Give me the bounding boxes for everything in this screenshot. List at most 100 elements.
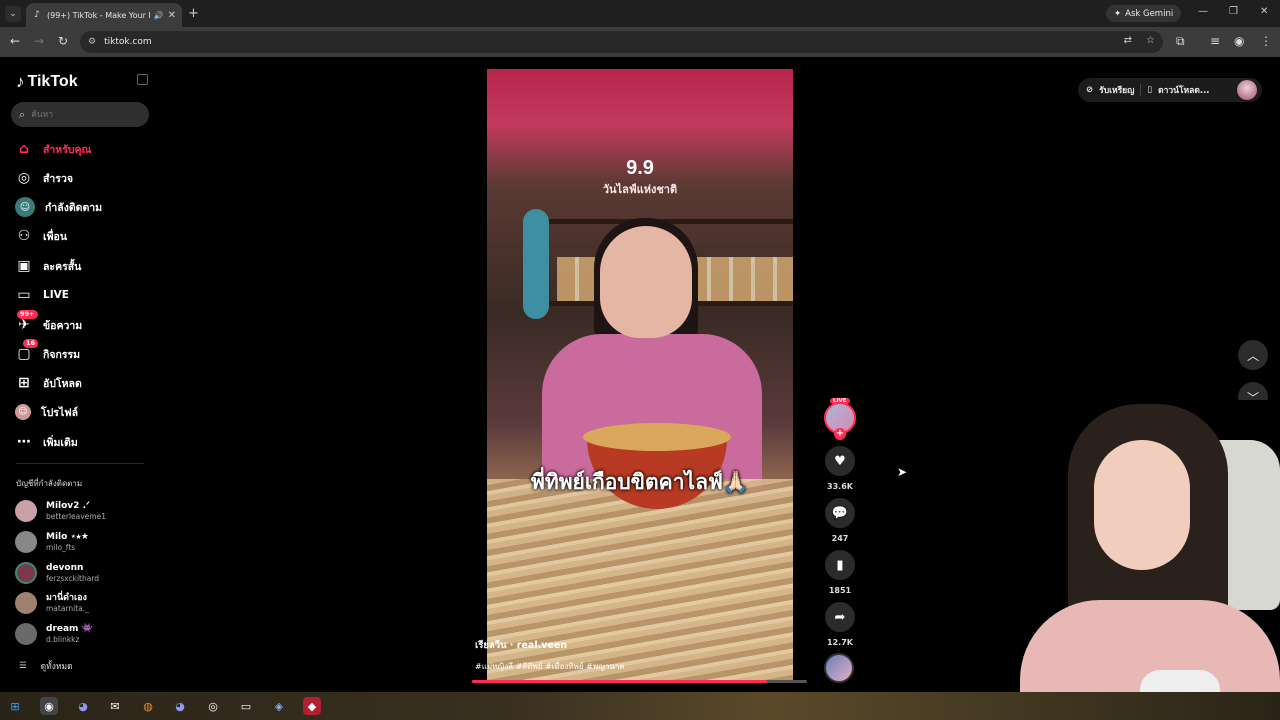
nav-explore[interactable]: ◎ สำรวจ [15,167,73,189]
close-tab-icon[interactable]: ✕ [168,10,176,21]
firefox-icon[interactable]: ◍ [139,697,157,715]
get-coins-button[interactable]: รับเหรียญ [1099,83,1134,97]
nav-friends[interactable]: ⚇ เพื่อน [15,225,67,247]
divider [1140,84,1142,96]
share-count: 12.7K [827,638,853,647]
nav-profile[interactable]: ☺ โปรไฟล์ [15,401,78,423]
chrome-icon[interactable]: ◉ [40,697,58,715]
account-handle: milo_fts [46,542,76,552]
user-avatar[interactable] [1237,80,1257,100]
bookmark-star-icon[interactable]: ☆ [1146,35,1155,46]
nav-upload[interactable]: ⊞ อัปโหลด [15,372,82,394]
account-name: devonn [46,562,84,573]
nav-label: เพื่อน [43,230,67,243]
minimize-icon[interactable]: — [1198,6,1208,17]
nav-following[interactable]: ☺ กำลังติดตาม [15,196,102,218]
tab-title: (99+) TikTok - Make Your Day [47,10,150,20]
music-disc-avatar[interactable] [824,653,854,683]
following-account[interactable]: Milo ⋆⭒★ milo_fts [15,529,89,555]
save-button[interactable]: ▮ [825,550,855,580]
nav-label: โปรไฟล์ [41,406,79,419]
following-account[interactable]: devonn ferzsxckithard [15,560,99,586]
profile-menu-icon[interactable]: ◉ [1234,34,1244,48]
avatar [15,531,37,553]
site-info-icon[interactable]: ⚙ [88,37,96,47]
nav-label: เพิ่มเติม [43,436,78,449]
see-all-link[interactable]: ☰ ดูทั้งหมด [19,659,73,673]
video-progress-fill [472,680,767,683]
account-name: dream 👾 [46,623,93,634]
close-window-icon[interactable]: ✕ [1260,6,1268,17]
nav-label: ละครสั้น [43,260,82,273]
nav-activity[interactable]: ▢ 16 กิจกรรม [15,339,80,365]
heart-icon: ♥ [834,453,846,469]
discord-icon[interactable]: ◕ [74,697,92,715]
messages-badge: 99+ [17,310,38,319]
forward-icon[interactable]: → [34,34,44,48]
video-progress-bar[interactable] [472,680,807,683]
avatar [15,562,37,584]
search-input[interactable] [31,109,132,120]
video-author[interactable]: เรียลวีน · real.veen [475,638,567,653]
like-button[interactable]: ♥ [825,446,855,476]
nav-short-drama[interactable]: ▣ ละครสั้น [15,255,81,277]
address-bar[interactable]: ⚙ tiktok.com ⇄ ☆ [80,31,1163,53]
start-icon[interactable]: ⊞ [6,697,24,715]
activity-icon: ▢ 16 [15,339,39,363]
home-icon: ⌂ [18,141,30,157]
monitor-icon[interactable]: ▭ [237,697,255,715]
kebab-menu-icon[interactable]: ⋮ [1260,34,1272,48]
nav-for-you[interactable]: ⌂ สำหรับคุณ [15,138,91,160]
extensions-icon[interactable]: ⧉ [1176,34,1185,49]
previous-video-button[interactable]: ︿ [1238,340,1268,370]
reading-list-icon[interactable]: ≡ [1210,34,1220,48]
divider [16,463,144,464]
following-account[interactable]: dream 👾 d.blinkkz [15,621,93,647]
video-player[interactable]: 9.9 วันไลฟ์แห่งชาติ พี่ทิพย์เกือบขิตคาไล… [487,69,793,680]
collapse-sidebar-icon[interactable] [137,74,148,85]
nav-label: LIVE [43,289,69,301]
friends-icon: ⚇ [17,228,31,244]
steam-icon[interactable]: ◈ [270,697,288,715]
reload-icon[interactable]: ↻ [58,34,68,48]
video-hashtags[interactable]: #แม่หญิงลี #ลีทิพย์ #เมืองทิพย์ #พญานาค [475,660,625,673]
nav-messages[interactable]: ✈ 99+ ข้อความ [15,310,82,336]
following-account[interactable]: มานี่ดำเอง matarnita._ [15,590,89,616]
back-icon[interactable]: ← [10,34,20,48]
tiktok-favicon-icon: ♪ [34,10,40,20]
account-handle: betterleaveme1 [46,511,106,521]
tab-search-icon[interactable]: ⌄ [5,5,21,22]
comment-button[interactable]: 💬 [825,498,855,528]
nav-label: กำลังติดตาม [45,201,103,214]
like-count: 33.6K [827,482,853,491]
profile-icon: ☺ [15,404,31,420]
tiktok-logo[interactable]: ♪ TikTok [16,72,78,92]
translate-icon[interactable]: ⇄ [1124,35,1132,46]
obs-icon[interactable]: ◎ [204,697,222,715]
discord-alt-icon[interactable]: ◕ [171,697,189,715]
ask-gemini-button[interactable]: ✦ Ask Gemini [1106,5,1182,22]
app-red-icon[interactable]: ◆ [303,697,321,715]
audio-icon[interactable]: 🔊 [154,11,164,20]
messages-icon: ✈ 99+ [15,310,38,334]
browser-tab[interactable]: ♪ (99+) TikTok - Make Your Day 🔊 ✕ [26,3,182,27]
nav-more[interactable]: ⋯ เพิ่มเติม [15,431,78,453]
video-overlay-title: 9.9 วันไลฟ์แห่งชาติ [487,157,793,198]
share-icon: ➦ [834,609,846,625]
save-count: 1851 [828,586,852,595]
comment-icon: 💬 [831,505,849,521]
search-box[interactable]: ⌕ [11,102,149,127]
overlay-big: 9.9 [626,157,654,179]
tiktok-note-icon: ♪ [16,72,25,91]
restore-icon[interactable]: ❐ [1229,6,1238,17]
download-app-button[interactable]: ดาวน์โหลด... [1158,83,1209,97]
following-account[interactable]: Milov2 .ᐟ betterleaveme1 [15,498,106,524]
app-icon[interactable]: ✉ [106,697,124,715]
new-tab-button[interactable]: + [188,6,199,21]
account-name: มานี่ดำเอง [46,592,87,603]
following-section-title: บัญชีที่กำลังติดตาม [16,479,83,488]
follow-plus-icon[interactable]: + [834,428,846,440]
share-button[interactable]: ➦ [825,602,855,632]
webcam-microphone [1140,670,1220,692]
nav-live[interactable]: ▭ LIVE [15,284,69,306]
